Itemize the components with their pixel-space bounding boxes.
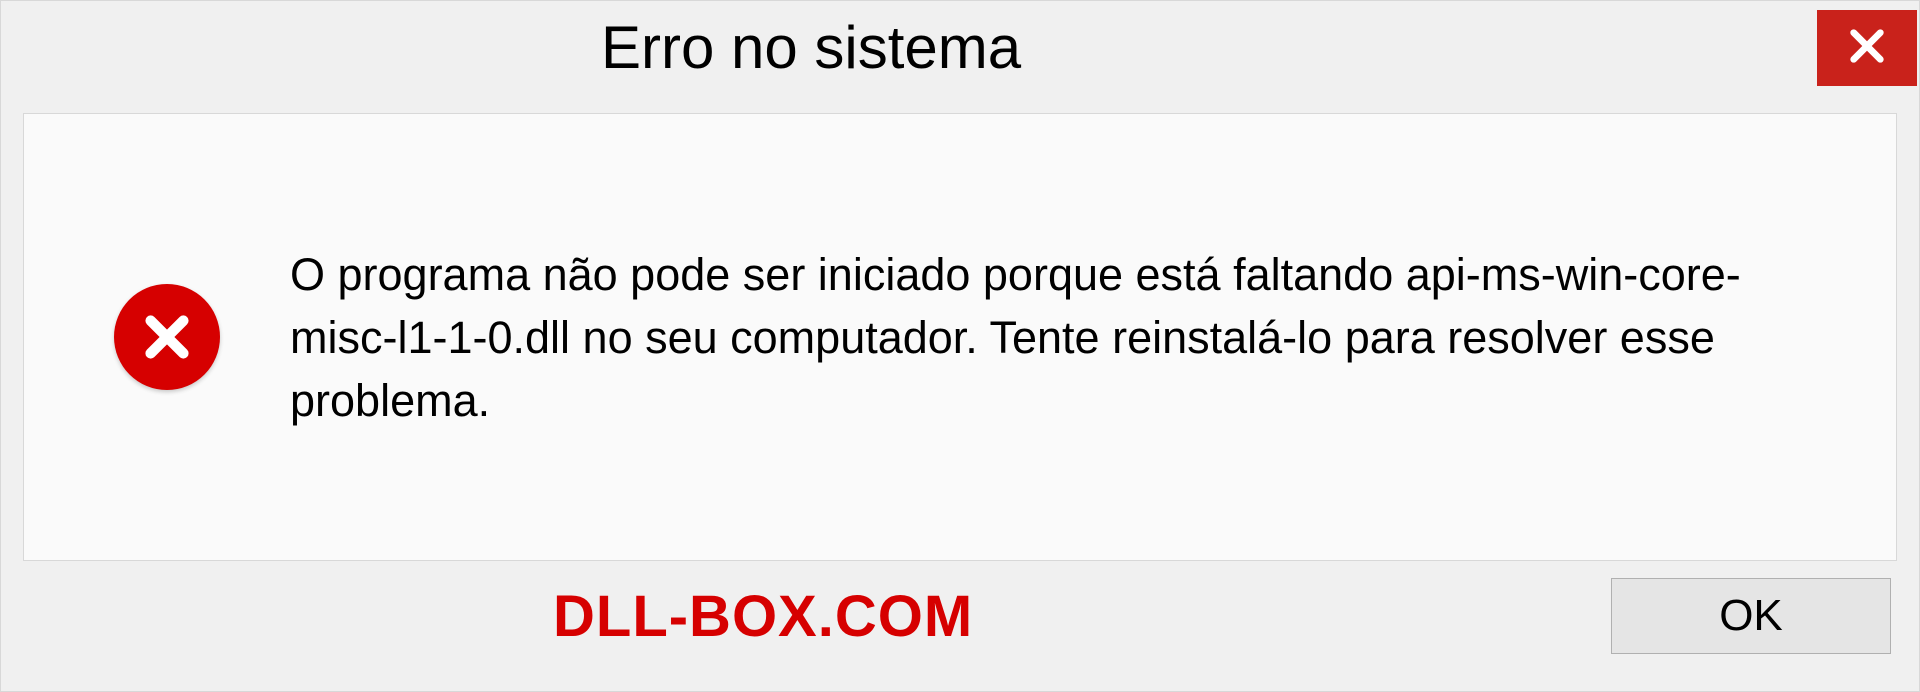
close-icon — [1847, 26, 1887, 71]
dialog-content: O programa não pode ser iniciado porque … — [23, 113, 1897, 561]
error-dialog: Erro no sistema O programa não pode ser … — [0, 0, 1920, 692]
titlebar: Erro no sistema — [1, 1, 1919, 93]
close-button[interactable] — [1817, 10, 1917, 86]
watermark-text: DLL-BOX.COM — [553, 583, 973, 650]
error-icon — [114, 284, 220, 390]
dialog-message: O programa não pode ser iniciado porque … — [290, 243, 1836, 432]
dialog-title: Erro no sistema — [601, 13, 1021, 82]
error-icon-wrap — [114, 284, 220, 390]
ok-button[interactable]: OK — [1611, 578, 1891, 654]
ok-button-label: OK — [1719, 591, 1783, 641]
dialog-footer: DLL-BOX.COM OK — [1, 561, 1919, 691]
